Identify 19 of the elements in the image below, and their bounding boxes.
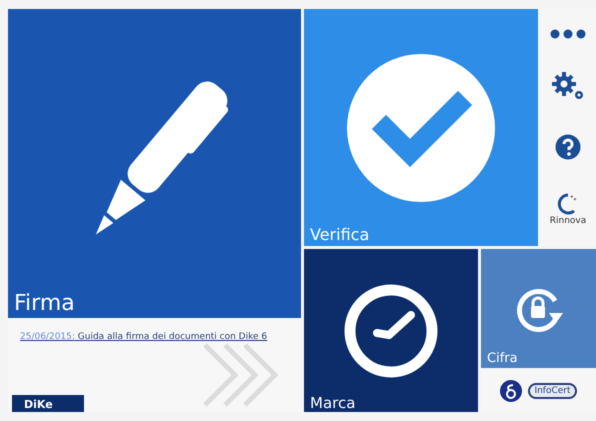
timestamp-tile[interactable]: Marca [304,249,478,412]
settings-button[interactable] [551,71,585,102]
settings-icon [551,71,585,102]
news-link[interactable]: 25/06/2015: Guida alla firma dei documenti con Dike 6 [20,332,277,344]
tile-label: Verifica [310,225,370,244]
renew-button[interactable]: Rinnova [550,192,586,226]
brand-logo: InfoCert [528,383,577,399]
help-button[interactable] [555,134,581,160]
tile-label: Marca [310,394,356,412]
help-icon [555,134,581,160]
tile-label: Cifra [487,351,518,366]
tile-label: Firma [14,291,75,316]
encrypt-tile[interactable]: Cifra [481,249,596,368]
brand-label: DiKe [12,395,84,412]
sign-tile[interactable]: Firma [8,9,301,318]
delta-logo-icon [500,380,522,402]
checkmark-icon [346,52,496,202]
more-icon [550,29,586,40]
more-button[interactable] [550,29,586,40]
